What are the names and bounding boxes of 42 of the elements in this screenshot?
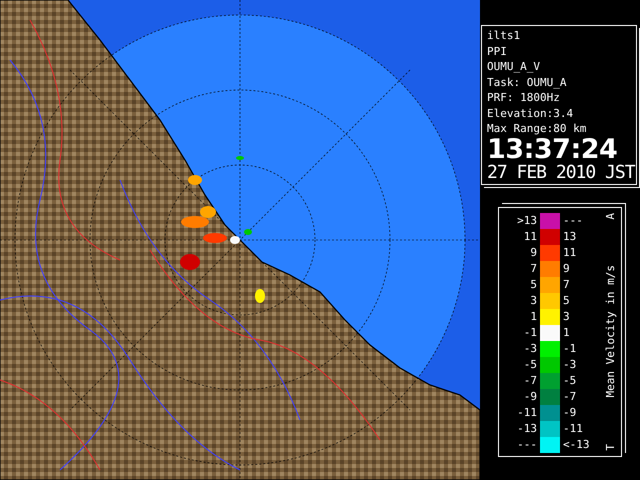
- legend-label: 3: [562, 310, 571, 323]
- legend-title: Mean Velocity in m/s: [604, 265, 616, 398]
- info-line: PRF: 1800Hz: [487, 90, 561, 106]
- legend-label: 11: [522, 230, 538, 243]
- legend-label: >13: [516, 214, 538, 227]
- legend-label: 7: [562, 278, 571, 291]
- legend-label: -3: [522, 342, 538, 355]
- legend-label: 3: [529, 294, 538, 307]
- legend-label: -1: [522, 326, 538, 339]
- legend-label: -3: [562, 358, 578, 371]
- legend-label: 11: [562, 246, 578, 259]
- legend-label: -7: [522, 374, 538, 387]
- date-label: 27 FEB 2010 JST: [487, 162, 636, 182]
- legend-mark: T: [604, 444, 616, 450]
- legend-label: -11: [562, 422, 584, 435]
- legend-label: 7: [529, 262, 538, 275]
- info-line: PPI: [487, 44, 508, 59]
- legend-label: 9: [529, 246, 538, 259]
- info-line: OUMU_A_V: [487, 59, 541, 74]
- legend-label: 5: [562, 294, 571, 307]
- legend-label: 13: [562, 230, 578, 243]
- legend-label: -13: [516, 422, 538, 435]
- time-label: 13:37:24: [487, 136, 618, 162]
- info-line: Max Range:80 km: [487, 121, 588, 136]
- legend-label: 9: [562, 262, 571, 275]
- legend-label: 5: [529, 278, 538, 291]
- legend-label: -5: [522, 358, 538, 371]
- legend-label: -7: [562, 390, 578, 403]
- info-line: ilts1: [487, 28, 522, 44]
- info-line: Task: OUMU_A: [487, 74, 568, 90]
- legend-mark: A: [604, 212, 616, 220]
- legend-label: ---: [516, 438, 538, 451]
- legend-label: ---: [562, 214, 584, 227]
- info-line: Elevation:3.4: [487, 106, 574, 121]
- legend-label: 1: [529, 310, 538, 323]
- legend-label: -5: [562, 374, 578, 387]
- legend-label: 1: [562, 326, 571, 339]
- legend-label: -1: [562, 342, 578, 355]
- legend-label: -9: [562, 406, 578, 419]
- legend-label: -9: [522, 390, 538, 403]
- legend-label: <-13: [562, 438, 590, 451]
- legend-label: -11: [516, 406, 538, 419]
